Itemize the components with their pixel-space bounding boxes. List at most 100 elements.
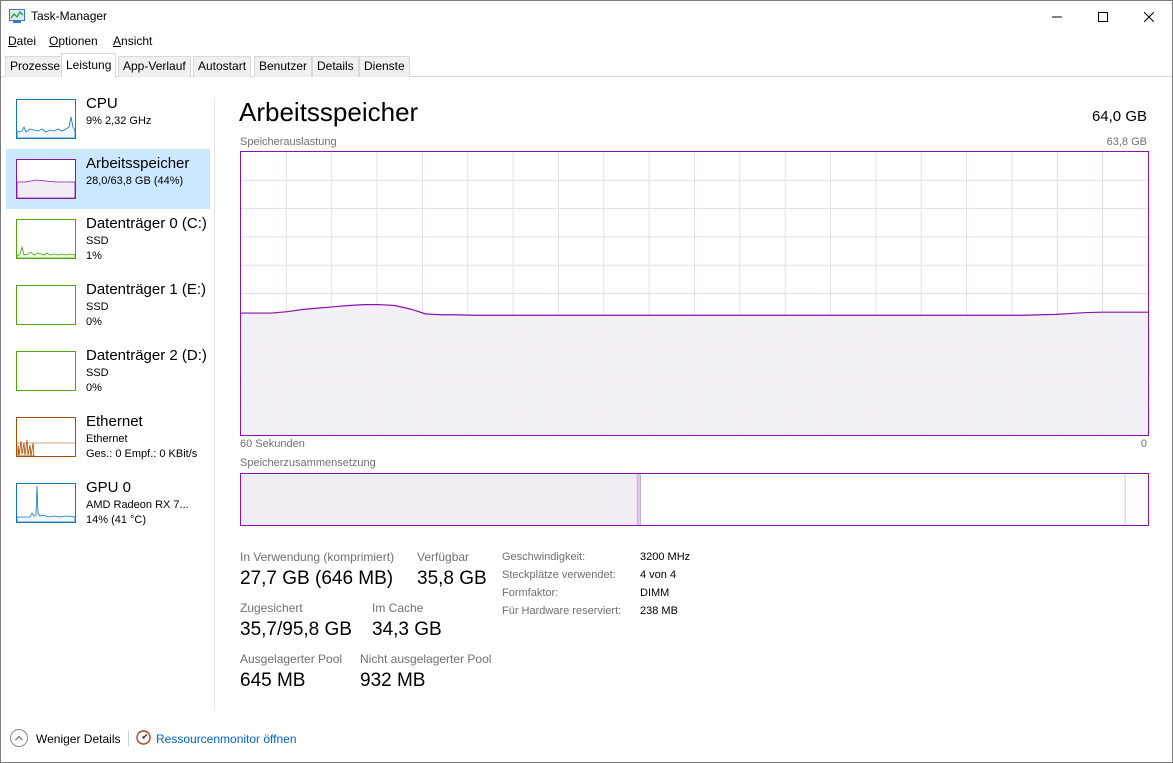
stat-paged-pool: Ausgelagerter Pool 645 MB bbox=[240, 652, 342, 692]
usage-chart-max: 63,8 GB bbox=[1106, 136, 1147, 148]
usage-chart-time-left: 60 Sekunden bbox=[240, 438, 305, 450]
stat-in-use-label: In Verwendung (komprimiert) bbox=[240, 550, 395, 564]
stat-committed-label: Zugesichert bbox=[240, 601, 303, 615]
stat-in-use: In Verwendung (komprimiert) 27,7 GB (646… bbox=[240, 550, 394, 590]
fewer-details-link[interactable]: Weniger Details bbox=[36, 732, 120, 746]
window-title: Task-Manager bbox=[31, 9, 108, 23]
info-reserved-value: 238 MB bbox=[640, 605, 678, 617]
maximize-icon bbox=[1098, 11, 1108, 22]
stat-paged-pool-value: 645 MB bbox=[240, 670, 306, 691]
open-resource-monitor-link[interactable]: Ressourcenmonitor öffnen bbox=[156, 732, 297, 746]
page-title: Arbeitsspeicher bbox=[239, 97, 419, 127]
memory-usage-chart bbox=[240, 151, 1149, 436]
footer-divider bbox=[128, 731, 129, 746]
fewer-details-button[interactable] bbox=[10, 729, 28, 747]
title-bar[interactable]: Task-Manager bbox=[1, 1, 1172, 32]
sidebar-item-datentraeger-1[interactable]: Datenträger 1 (E:) SSD 0% bbox=[6, 275, 210, 335]
sidebar-item-datentraeger-0[interactable]: Datenträger 0 (C:) SSD 1% bbox=[6, 209, 210, 269]
memory-composition-bar bbox=[240, 473, 1149, 526]
sidebar-item-arbeitsspeicher[interactable]: Arbeitsspeicher 28,0/63,8 GB (44%) bbox=[6, 149, 210, 209]
sidebar-item-gpu-0-usage: 14% (41 °C) bbox=[86, 514, 147, 526]
sidebar-item-gpu-0-title: GPU 0 bbox=[86, 479, 132, 496]
sidebar-item-datentraeger-0-usage: 1% bbox=[86, 250, 102, 262]
stat-cached-label: Im Cache bbox=[372, 601, 424, 615]
info-reserved-label: Für Hardware reserviert: bbox=[502, 605, 622, 617]
sidebar-item-ethernet-adapter: Ethernet bbox=[86, 433, 128, 445]
sidebar-item-cpu-detail: 9% 2,32 GHz bbox=[86, 115, 152, 127]
sidebar-item-datentraeger-2-usage: 0% bbox=[86, 382, 102, 394]
gpu-thumbnail-graph bbox=[16, 483, 76, 523]
stat-in-use-value: 27,7 GB (646 MB) bbox=[240, 568, 394, 589]
minimize-button[interactable] bbox=[1034, 1, 1080, 32]
menu-ansicht-label: nsicht bbox=[121, 34, 153, 48]
sidebar-item-datentraeger-2-type: SSD bbox=[86, 367, 109, 379]
close-button[interactable] bbox=[1126, 1, 1172, 32]
info-slots-label: Steckplätze verwendet: bbox=[502, 569, 616, 581]
sidebar-item-datentraeger-2-title: Datenträger 2 (D:) bbox=[86, 347, 207, 364]
composition-modified-segment bbox=[637, 474, 641, 525]
tab-dienste[interactable]: Dienste bbox=[359, 56, 410, 77]
usage-chart-label: Speicherauslastung bbox=[240, 136, 337, 148]
close-icon bbox=[1144, 11, 1154, 22]
menu-datei-label: atei bbox=[16, 34, 37, 48]
composition-standby-segment bbox=[640, 474, 1126, 525]
menu-datei-accelerator: D bbox=[8, 34, 17, 48]
disk0-thumbnail-graph bbox=[16, 219, 76, 259]
composition-free-segment bbox=[1125, 474, 1148, 525]
sidebar-item-ethernet[interactable]: Ethernet Ethernet Ges.: 0 Empf.: 0 KBit/… bbox=[6, 407, 210, 467]
task-manager-window: Task-Manager Datei Optionen Ansicht Proz… bbox=[0, 0, 1173, 763]
menu-datei[interactable]: Datei bbox=[8, 34, 36, 48]
info-formfactor-label: Formfaktor: bbox=[502, 587, 559, 599]
menu-optionen-accelerator: O bbox=[49, 34, 59, 48]
disk2-thumbnail-graph bbox=[16, 351, 76, 391]
sidebar-item-gpu-0-model: AMD Radeon RX 7... bbox=[86, 499, 189, 511]
menu-ansicht-accelerator: A bbox=[113, 34, 122, 48]
tab-autostart[interactable]: Autostart bbox=[193, 56, 252, 77]
composition-in-use-segment bbox=[241, 474, 638, 525]
stat-cached-value: 34,3 GB bbox=[372, 619, 442, 640]
stat-committed-value: 35,7/95,8 GB bbox=[240, 619, 352, 640]
stat-nonpaged-pool-value: 932 MB bbox=[360, 670, 426, 691]
info-slots-value: 4 von 4 bbox=[640, 569, 677, 581]
sidebar-item-datentraeger-2[interactable]: Datenträger 2 (D:) SSD 0% bbox=[6, 341, 210, 401]
stat-cached: Im Cache 34,3 GB bbox=[372, 601, 442, 641]
tab-details[interactable]: Details bbox=[312, 56, 359, 77]
sidebar-item-arbeitsspeicher-detail: 28,0/63,8 GB (44%) bbox=[86, 175, 184, 187]
tab-app-verlauf[interactable]: App-Verlauf bbox=[118, 56, 191, 77]
usage-chart-time-right: 0 bbox=[1140, 438, 1147, 450]
tab-prozesse[interactable]: Prozesse bbox=[5, 56, 66, 77]
sidebar-item-gpu-0[interactable]: GPU 0 AMD Radeon RX 7... 14% (41 °C) bbox=[6, 473, 210, 533]
minimize-icon bbox=[1052, 16, 1062, 17]
chevron-up-icon bbox=[15, 735, 23, 741]
stat-paged-pool-label: Ausgelagerter Pool bbox=[240, 652, 343, 666]
tab-leistung[interactable]: Leistung bbox=[61, 53, 117, 78]
menu-optionen-label: ptionen bbox=[58, 34, 98, 48]
sidebar-item-datentraeger-1-usage: 0% bbox=[86, 316, 102, 328]
memory-thumbnail-graph bbox=[16, 159, 76, 199]
footer-bar: Weniger Details Ressourcenmonitor öffnen bbox=[1, 718, 1172, 762]
stat-nonpaged-pool: Nicht ausgelagerter Pool 932 MB bbox=[360, 652, 491, 692]
sidebar-item-datentraeger-1-type: SSD bbox=[86, 301, 109, 313]
cpu-thumbnail-graph bbox=[16, 99, 76, 139]
stat-committed: Zugesichert 35,7/95,8 GB bbox=[240, 601, 352, 641]
sidebar-divider bbox=[214, 98, 215, 710]
performance-sidebar: CPU 9% 2,32 GHz Arbeitsspeicher 28,0/63,… bbox=[1, 78, 214, 708]
info-formfactor-value: DIMM bbox=[640, 587, 670, 599]
menu-ansicht[interactable]: Ansicht bbox=[113, 34, 152, 48]
info-speed-label: Geschwindigkeit: bbox=[502, 551, 586, 563]
resource-monitor-icon bbox=[136, 730, 151, 745]
task-manager-app-icon bbox=[9, 9, 25, 23]
sidebar-item-datentraeger-1-title: Datenträger 1 (E:) bbox=[86, 281, 207, 298]
menu-optionen[interactable]: Optionen bbox=[49, 34, 98, 48]
stat-available-label: Verfügbar bbox=[417, 550, 470, 564]
ethernet-thumbnail-graph bbox=[16, 417, 76, 457]
tab-benutzer[interactable]: Benutzer bbox=[254, 56, 313, 77]
memory-total: 64,0 GB bbox=[1091, 108, 1147, 125]
menu-bar: Datei Optionen Ansicht bbox=[1, 32, 1172, 52]
sidebar-item-arbeitsspeicher-title: Arbeitsspeicher bbox=[86, 155, 190, 172]
maximize-button[interactable] bbox=[1080, 1, 1126, 32]
sidebar-item-datentraeger-0-title: Datenträger 0 (C:) bbox=[86, 215, 207, 232]
composition-chart-label: Speicherzusammensetzung bbox=[240, 457, 376, 469]
sidebar-item-cpu[interactable]: CPU 9% 2,32 GHz bbox=[6, 89, 210, 149]
sidebar-item-ethernet-throughput: Ges.: 0 Empf.: 0 KBit/s bbox=[86, 448, 198, 460]
